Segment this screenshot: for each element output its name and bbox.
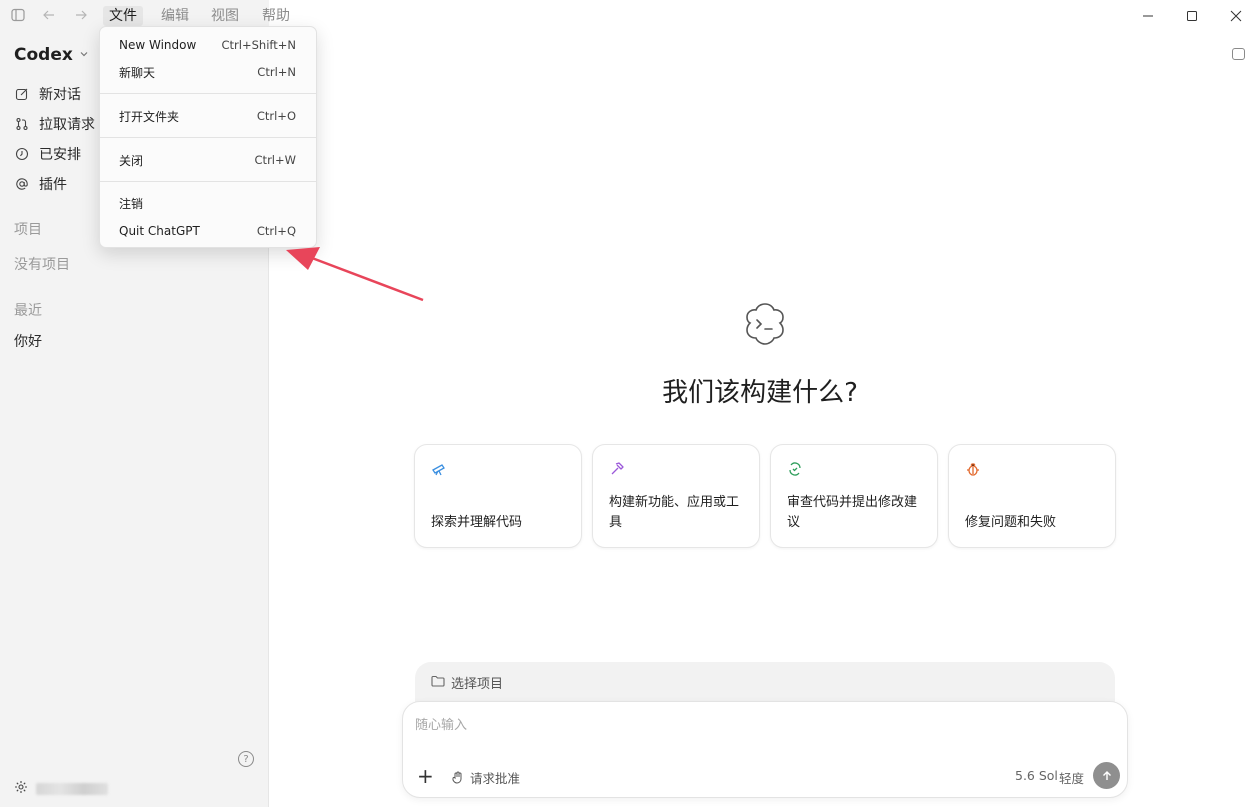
- minimize-button[interactable]: [1126, 0, 1170, 31]
- recent-section-label: 最近: [14, 303, 42, 319]
- menu-item-open-folder[interactable]: 打开文件夹 Ctrl+O: [100, 104, 316, 128]
- composer: + 请求批准 5.6 Sol 轻度: [402, 701, 1128, 798]
- telescope-icon: [432, 464, 445, 476]
- suggestion-card-build[interactable]: 构建新功能、应用或工具: [592, 444, 760, 548]
- menu-item-close[interactable]: 关闭 Ctrl+W: [100, 148, 316, 172]
- menu-help[interactable]: 帮助: [256, 6, 296, 26]
- sidebar-item-scheduled[interactable]: 已安排: [14, 143, 81, 165]
- side-panel-toggle-icon[interactable]: [1232, 48, 1245, 60]
- suggestion-card-review[interactable]: 审查代码并提出修改建议: [770, 444, 938, 548]
- menu-item-shortcut: Ctrl+Shift+N: [221, 38, 296, 52]
- menu-separator: [100, 137, 316, 138]
- hand-icon: [452, 771, 462, 784]
- card-label: 探索并理解代码: [431, 515, 523, 530]
- review-icon: [789, 462, 801, 476]
- sidebar-item-label: 已安排: [39, 147, 81, 163]
- card-label: 修复问题和失败: [965, 515, 1057, 530]
- menu-item-shortcut: Ctrl+N: [257, 65, 296, 79]
- menu-item-shortcut: Ctrl+W: [254, 153, 296, 167]
- pull-request-icon: [14, 116, 30, 132]
- chevron-down-icon: [79, 49, 89, 62]
- account-button[interactable]: [14, 780, 108, 798]
- page-headline: 我们该构建什么?: [662, 378, 858, 408]
- clock-icon: [14, 146, 30, 162]
- card-label: 构建新功能、应用或工具: [609, 495, 740, 530]
- menu-file[interactable]: 文件: [103, 6, 143, 26]
- sidebar-toggle-icon[interactable]: [9, 6, 27, 24]
- menu-separator: [100, 93, 316, 94]
- card-label: 审查代码并提出修改建议: [787, 495, 918, 530]
- compose-icon: [14, 86, 30, 102]
- menu-view[interactable]: 视图: [205, 6, 245, 26]
- arrow-up-icon: [1102, 770, 1111, 780]
- project-selector-label: 选择项目: [451, 677, 504, 692]
- bug-icon: [967, 463, 979, 476]
- hammer-icon: [611, 462, 624, 475]
- approval-mode-label: 请求批准: [470, 771, 521, 786]
- sidebar-item-pull-requests[interactable]: 拉取请求: [14, 113, 95, 135]
- at-icon: [14, 176, 30, 192]
- menu-item-shortcut: Ctrl+O: [256, 109, 296, 123]
- menu-item-label: New Window: [119, 38, 197, 52]
- sidebar-item-new-chat[interactable]: 新对话: [14, 83, 81, 105]
- folder-icon: [431, 675, 445, 687]
- send-button[interactable]: [1093, 762, 1120, 789]
- menu-separator: [100, 181, 316, 182]
- menu-item-label: 新聊天: [119, 65, 156, 80]
- sidebar-item-label: 新对话: [39, 87, 81, 103]
- close-button[interactable]: [1214, 0, 1256, 31]
- sidebar-item-plugins[interactable]: 插件: [14, 173, 67, 195]
- maximize-button[interactable]: [1170, 0, 1214, 31]
- workspace-switcher[interactable]: Codex: [14, 45, 89, 65]
- suggestion-card-fix[interactable]: 修复问题和失败: [948, 444, 1116, 548]
- attach-plus-icon[interactable]: +: [417, 766, 434, 786]
- brand-name: Codex: [14, 45, 73, 65]
- back-arrow-icon[interactable]: [40, 6, 58, 24]
- model-selector[interactable]: 5.6 Sol: [1015, 768, 1058, 783]
- codex-logo-icon: [746, 303, 784, 345]
- recent-item[interactable]: 你好: [14, 331, 42, 351]
- menu-item-new-window[interactable]: New Window Ctrl+Shift+N: [100, 33, 316, 57]
- projects-section-label: 项目: [14, 222, 42, 238]
- sidebar-item-label: 拉取请求: [39, 117, 95, 133]
- menu-item-label: 打开文件夹: [119, 109, 180, 124]
- menu-edit[interactable]: 编辑: [155, 6, 195, 26]
- redacted-username: [36, 783, 108, 795]
- approval-mode-button[interactable]: 请求批准: [451, 768, 520, 787]
- help-icon[interactable]: ?: [238, 751, 254, 767]
- sidebar-item-label: 插件: [39, 177, 67, 193]
- menu-item-quit[interactable]: Quit ChatGPT Ctrl+Q: [100, 219, 316, 243]
- no-projects-text: 没有项目: [14, 257, 70, 273]
- suggestion-card-explore[interactable]: 探索并理解代码: [414, 444, 582, 548]
- menu-item-shortcut: Ctrl+Q: [256, 224, 296, 238]
- menu-item-label: Quit ChatGPT: [119, 224, 200, 238]
- menu-item-logout[interactable]: 注销: [100, 191, 316, 215]
- message-input[interactable]: [415, 714, 1095, 736]
- menu-item-label: 注销: [119, 196, 144, 211]
- menu-item-label: 关闭: [119, 153, 144, 168]
- file-menu-dropdown: New Window Ctrl+Shift+N 新聊天 Ctrl+N 打开文件夹…: [99, 26, 317, 248]
- gear-icon: [14, 780, 28, 798]
- forward-arrow-icon[interactable]: [72, 6, 90, 24]
- effort-selector[interactable]: 轻度: [1059, 768, 1084, 787]
- menu-item-new-chat[interactable]: 新聊天 Ctrl+N: [100, 60, 316, 84]
